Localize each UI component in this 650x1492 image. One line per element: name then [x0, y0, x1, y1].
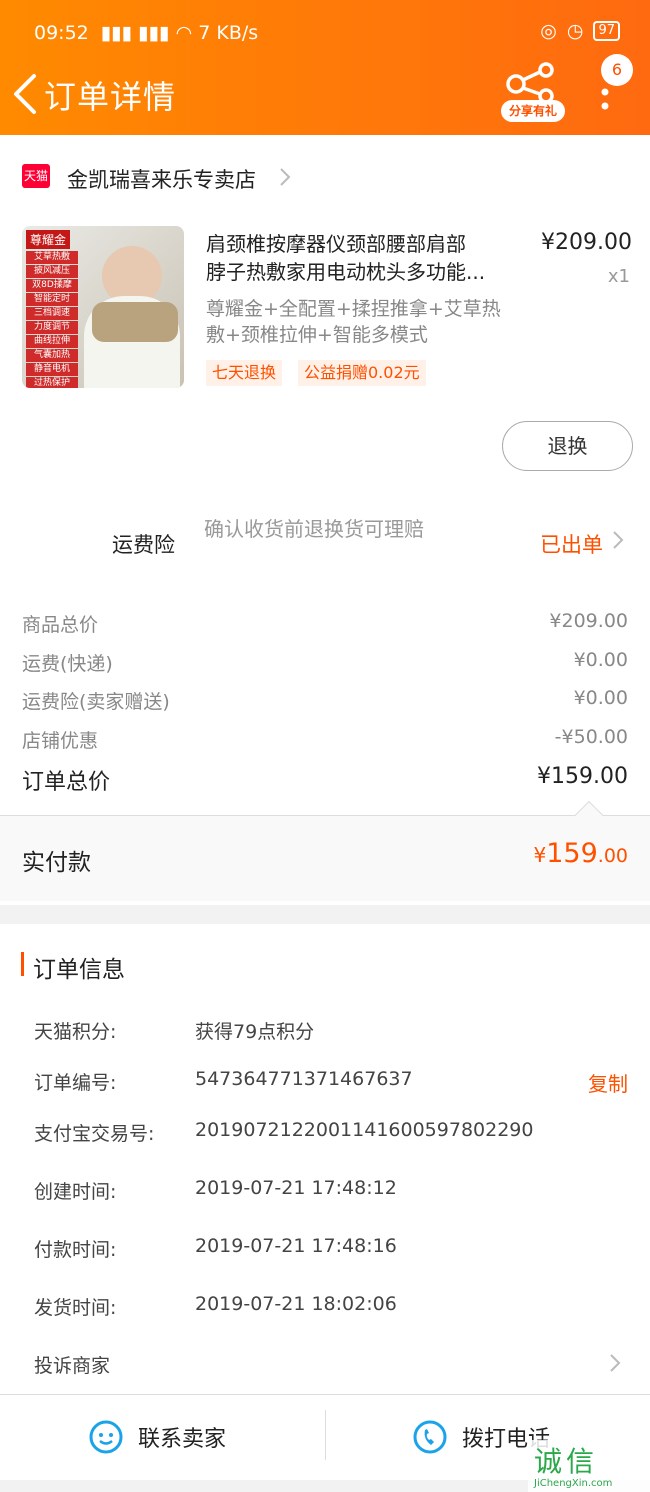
info-value: 获得79点积分: [195, 1021, 315, 1043]
thumb-massager-pillow: [92, 302, 178, 342]
actual-payment-row: 实付款 ¥159.00: [0, 800, 650, 901]
thumb-feature: 披风减压: [26, 265, 78, 278]
info-row: 支付宝交易号: 2019072122001141600597802290: [34, 1119, 533, 1146]
product-name-line: 脖子热敷家用电动枕头多功能...: [206, 260, 486, 284]
info-row: 付款时间: 2019-07-21 17:48:16: [34, 1235, 397, 1262]
chat-icon: [89, 1420, 123, 1454]
info-value: 2019-07-21 17:48:16: [195, 1235, 397, 1257]
thumb-feature: 力度调节: [26, 321, 78, 334]
info-label: 支付宝交易号:: [34, 1123, 155, 1145]
info-label: 天猫积分:: [34, 1021, 117, 1043]
sku-line: 尊耀金+全配置+揉捏推拿+艾草热: [206, 298, 501, 320]
page-title: 订单详情: [44, 78, 177, 116]
sku-line: 敷+颈椎拉伸+智能多模式: [206, 324, 428, 346]
tmall-icon: 天猫: [22, 164, 50, 188]
product-thumbnail[interactable]: 尊耀金 艾草热敷 披风减压 双8D揉摩 智能定时 三档调速 力度调节 曲线拉伸 …: [22, 226, 184, 388]
cost-value: ¥209.00: [549, 610, 628, 632]
shipping-insurance-status[interactable]: 已出单: [540, 529, 603, 559]
lock-icon: ◎: [540, 20, 557, 42]
phone-icon: [413, 1420, 447, 1454]
return-exchange-button[interactable]: 退换: [502, 421, 633, 471]
chevron-right-icon: [280, 168, 291, 186]
product-price: ¥209.00: [541, 230, 632, 255]
product-name-line: 肩颈椎按摩器仪颈部腰部肩部: [206, 232, 466, 256]
shipping-insurance-desc: 确认收货前退换货可理赔: [204, 517, 424, 541]
product-sku: 尊耀金+全配置+揉捏推拿+艾草热 敷+颈椎拉伸+智能多模式: [206, 296, 524, 348]
cost-row: 运费险(卖家赠送) ¥0.00: [22, 687, 628, 714]
cost-value: ¥0.00: [573, 649, 628, 671]
watermark-logo: 诚信 JiChengXin.com: [528, 1440, 650, 1492]
contact-seller-label: 联系卖家: [138, 1427, 227, 1452]
alarm-icon: ◷: [566, 20, 584, 42]
status-bar: 09:52 ▮▮▮ ▮▮▮ ◠ 7 KB/s ◎ ◷ 97: [34, 18, 620, 50]
complain-seller-link[interactable]: 投诉商家: [34, 1351, 110, 1378]
info-row: 发货时间: 2019-07-21 18:02:06: [34, 1293, 397, 1320]
shop-name[interactable]: 金凯瑞喜来乐专卖店: [67, 164, 256, 194]
order-total-label: 订单总价: [22, 770, 111, 795]
info-row: 创建时间: 2019-07-21 17:48:12: [34, 1177, 397, 1204]
cost-label: 店铺优惠: [22, 730, 99, 752]
thumb-feature: 曲线拉伸: [26, 335, 78, 348]
divider: [325, 1410, 326, 1460]
back-arrow-icon[interactable]: [10, 72, 40, 116]
product-quantity: x1: [607, 266, 630, 287]
service-tag: 公益捐赠0.02元: [298, 360, 426, 386]
section-accent-bar: [21, 952, 24, 976]
contact-seller-button[interactable]: 联系卖家: [88, 1394, 226, 1480]
watermark-url: JiChengXin.com: [534, 1478, 613, 1489]
shipping-insurance-label: 运费险: [112, 533, 175, 557]
thumb-tag: 尊耀金: [26, 230, 71, 249]
info-row: 订单编号: 547364771371467637: [34, 1068, 413, 1095]
order-total-value: ¥159.00: [537, 764, 628, 789]
info-label: 创建时间:: [34, 1181, 117, 1203]
watermark-text: 诚信: [534, 1445, 599, 1478]
info-value: 2019-07-21 17:48:12: [195, 1177, 397, 1199]
service-tag: 七天退换: [206, 360, 283, 386]
thumb-feature: 过热保护: [26, 377, 78, 388]
cost-value: -¥50.00: [554, 726, 628, 748]
order-total-row: 订单总价 ¥159.00: [22, 764, 628, 796]
cost-row: 商品总价 ¥209.00: [22, 610, 628, 637]
thumb-feature: 智能定时: [26, 293, 78, 306]
info-label: 订单编号:: [34, 1072, 117, 1094]
message-badge: 6: [601, 54, 633, 86]
info-value: 547364771371467637: [195, 1068, 413, 1090]
cost-label: 运费(快递): [22, 653, 113, 675]
thumb-feature: 三档调速: [26, 307, 78, 320]
cost-value: ¥0.00: [573, 687, 628, 709]
thumb-feature: 双8D揉摩: [26, 279, 78, 292]
info-row: 天猫积分: 获得79点积分: [34, 1017, 314, 1044]
cost-label: 运费险(卖家赠送): [22, 691, 170, 713]
product-name[interactable]: 肩颈椎按摩器仪颈部腰部肩部 脖子热敷家用电动枕头多功能...: [206, 230, 524, 286]
thumb-feature: 静音电机: [26, 363, 78, 376]
copy-button[interactable]: 复制: [588, 1068, 628, 1097]
status-time: 09:52 ▮▮▮ ▮▮▮ ◠ 7 KB/s: [34, 22, 259, 44]
thumb-feature: 气囊加热: [26, 349, 78, 362]
info-value: 2019072122001141600597802290: [195, 1119, 534, 1141]
chevron-right-icon[interactable]: [608, 1352, 622, 1374]
share-reward-label[interactable]: 分享有礼: [501, 100, 565, 122]
shop-row[interactable]: 天猫 金凯瑞喜来乐专卖店: [0, 142, 650, 212]
info-label: 发货时间:: [34, 1297, 117, 1319]
cost-label: 商品总价: [22, 614, 99, 636]
info-label: 付款时间:: [34, 1239, 117, 1261]
battery-indicator: 97: [593, 21, 620, 41]
order-info-title: 订单信息: [33, 957, 125, 983]
thumb-feature: 艾草热敷: [26, 251, 78, 264]
actual-payment-label: 实付款: [22, 850, 91, 876]
actual-payment-amount: ¥159.00: [533, 838, 629, 869]
cost-row: 运费(快递) ¥0.00: [22, 649, 628, 676]
order-info-section: [0, 924, 650, 1394]
cost-row: 店铺优惠 -¥50.00: [22, 726, 628, 753]
app-header: 09:52 ▮▮▮ ▮▮▮ ◠ 7 KB/s ◎ ◷ 97 订单详情 分享有礼 …: [0, 0, 650, 135]
info-value: 2019-07-21 18:02:06: [195, 1293, 397, 1315]
chevron-right-icon[interactable]: [611, 529, 625, 551]
